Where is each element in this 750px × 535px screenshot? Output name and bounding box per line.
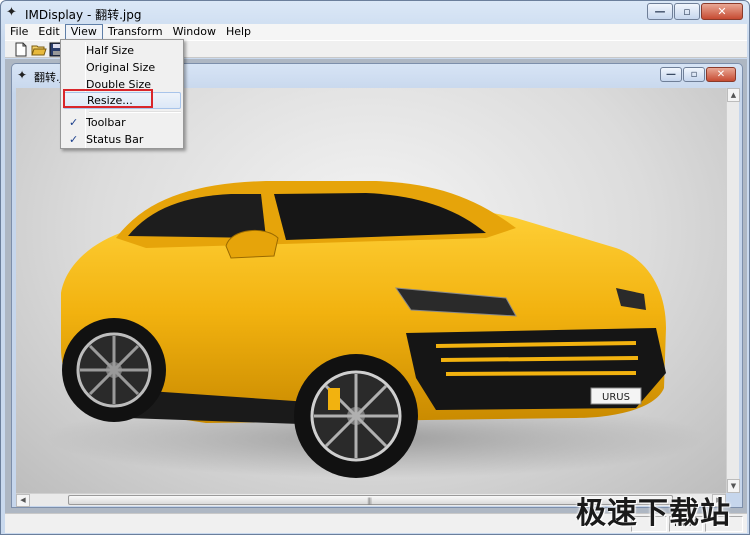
menu-item-label: Resize... [87,94,133,107]
maximize-button[interactable]: ▫ [674,3,700,20]
rear-wheel [62,318,166,422]
minimize-icon: — [654,5,666,18]
window-title: IMDisplay - 翻转.jpg [25,8,142,22]
menu-help[interactable]: Help [221,24,256,40]
menu-item-toolbar[interactable]: ✓ Toolbar [63,114,181,131]
grip-icon: ||| [367,497,372,505]
vertical-scrollbar[interactable]: ▲ ▼ [726,88,740,493]
open-button[interactable] [31,42,47,57]
menu-item-original-size[interactable]: Original Size [63,59,181,76]
document-icon: ✦ [17,68,28,82]
maximize-icon: ▫ [683,5,691,18]
new-document-button[interactable] [13,42,29,57]
close-icon: ✕ [716,69,726,80]
child-minimize-button[interactable]: — [660,67,682,82]
close-icon: ✕ [717,5,727,18]
menu-window[interactable]: Window [168,24,221,40]
minimize-button[interactable]: — [647,3,673,20]
menu-item-label: Original Size [86,61,156,74]
child-window-controls: — ▫ ✕ [660,67,736,82]
menu-item-label: Status Bar [86,133,144,146]
menu-item-resize[interactable]: Resize... [63,92,181,109]
child-maximize-button[interactable]: ▫ [683,67,705,82]
maximize-icon: ▫ [690,69,698,80]
checkmark-icon: ✓ [69,116,79,129]
close-button[interactable]: ✕ [701,3,743,20]
window-controls: — ▫ ✕ [647,3,743,20]
menu-item-half-size[interactable]: Half Size [63,42,181,59]
minimize-icon: — [666,69,676,80]
menu-separator [89,111,181,113]
open-folder-icon [31,45,47,56]
menu-item-label: Half Size [86,44,135,57]
menu-item-double-size[interactable]: Double Size [63,76,181,93]
menu-item-label: Toolbar [86,116,126,129]
scroll-left-icon[interactable]: ◀ [16,494,30,507]
menu-transform[interactable]: Transform [103,24,168,40]
menu-file[interactable]: File [5,24,33,40]
app-logo-icon: ✦ [6,5,17,20]
plate-text: URUS [602,392,630,403]
menu-item-label: Double Size [86,78,152,91]
menu-item-status-bar[interactable]: ✓ Status Bar [63,131,181,148]
new-document-icon [15,42,27,57]
menu-view[interactable]: View [64,24,103,40]
child-close-button[interactable]: ✕ [706,67,736,82]
front-wheel [294,354,418,478]
title-bar[interactable]: ✦ IMDisplay - 翻转.jpg — ▫ ✕ [1,1,749,25]
view-menu-dropdown: Half Size Original Size Double Size Resi… [60,39,184,149]
menu-bar: File Edit View Transform Window Help [5,24,747,40]
menu-edit[interactable]: Edit [33,24,64,40]
checkmark-icon: ✓ [69,133,79,146]
watermark: 极速下载站 [576,496,731,531]
scroll-up-icon[interactable]: ▲ [727,88,740,102]
